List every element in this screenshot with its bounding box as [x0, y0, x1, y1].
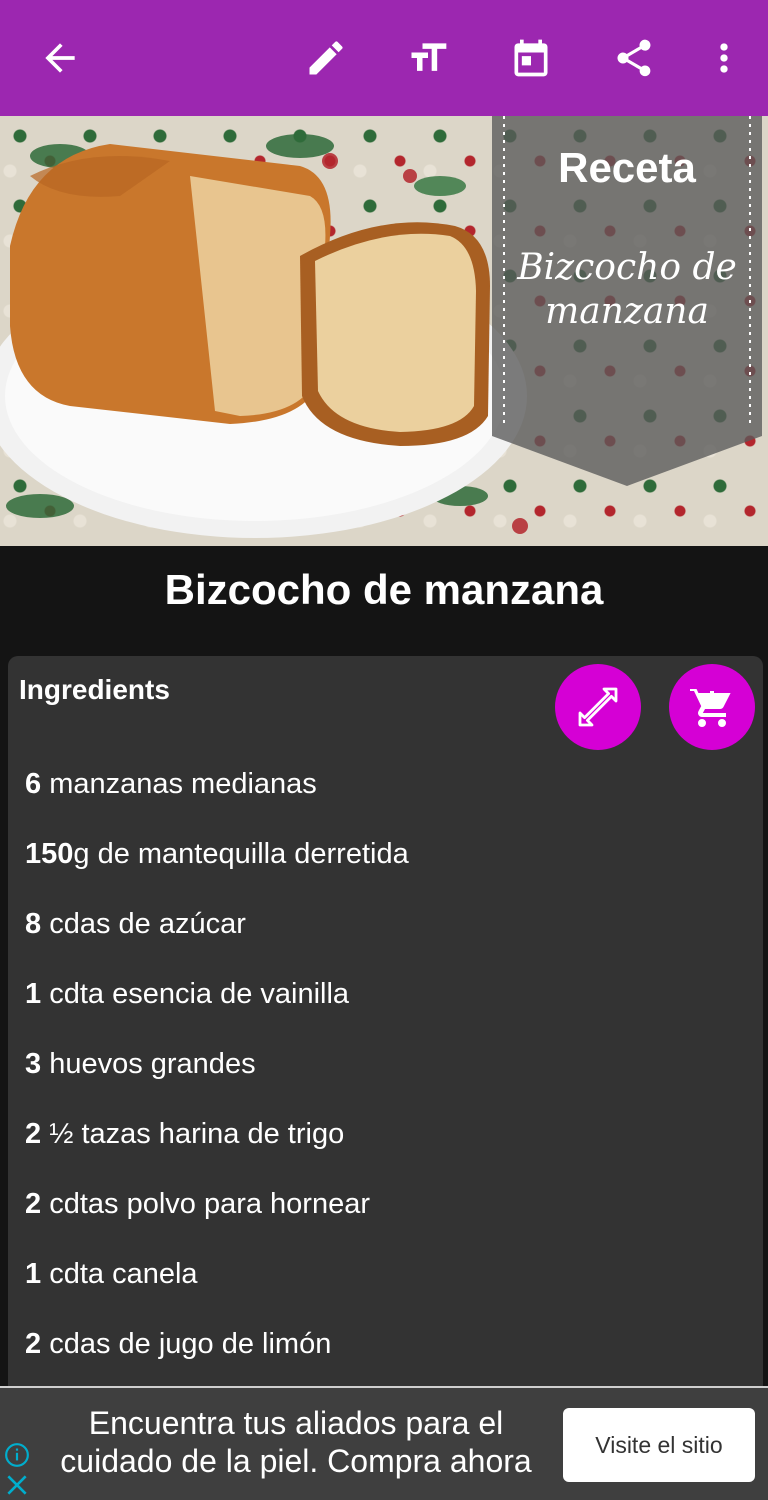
ingredient-item[interactable]: 3 huevos grandes [25, 1044, 745, 1114]
banner-title: Bizcocho de manzana [517, 247, 737, 332]
ingredient-item[interactable]: 1 cdta canela [25, 1254, 745, 1324]
ingredient-item[interactable]: 150g de mantequilla derretida [25, 834, 745, 904]
ingredient-text: cdta canela [41, 1258, 198, 1290]
cart-download-icon [690, 687, 731, 727]
ingredient-text: ½ tazas harina de trigo [41, 1118, 345, 1150]
ingredient-quantity: 2 [25, 1118, 42, 1150]
expand-diagonal-icon [578, 687, 618, 727]
ingredient-item[interactable]: 6 manzanas medianas [25, 764, 745, 834]
edit-pencil-icon[interactable] [296, 28, 356, 88]
ingredient-text: g de mantequilla derretida [73, 838, 409, 870]
ingredient-quantity: 2 [25, 1328, 42, 1360]
ingredient-item[interactable]: 2 cdtas polvo para hornear [25, 1184, 745, 1254]
recipe-screen: Receta Bizcocho de manzana Bizcocho de m… [0, 0, 768, 1500]
ad-visit-site-button[interactable]: Visite el sitio [563, 1408, 755, 1482]
share-icon[interactable] [604, 28, 664, 88]
top-app-bar [0, 0, 768, 116]
ad-text[interactable]: Encuentra tus aliados para el cuidado de… [36, 1404, 556, 1480]
ingredient-quantity: 3 [25, 1048, 42, 1080]
ingredient-item[interactable]: 2 cdas de jugo de limón [25, 1324, 745, 1394]
calendar-icon[interactable] [501, 28, 561, 88]
ingredient-quantity: 1 [25, 1258, 42, 1290]
ingredient-text: cdta esencia de vainilla [41, 978, 350, 1010]
ingredient-text: cdas de azúcar [41, 908, 246, 940]
ingredient-quantity: 6 [25, 768, 42, 800]
recipe-title: Bizcocho de manzana [164, 566, 604, 613]
ingredient-text: huevos grandes [41, 1048, 256, 1080]
ad-banner[interactable]: Encuentra tus aliados para el cuidado de… [0, 1386, 768, 1500]
back-arrow-icon[interactable] [30, 28, 90, 88]
ingredient-text: manzanas medianas [41, 768, 317, 800]
ingredient-quantity: 2 [25, 1188, 42, 1220]
ingredient-item[interactable]: 8 cdas de azúcar [25, 904, 745, 974]
text-size-icon[interactable] [398, 28, 458, 88]
ingredients-card: Ingredients 6 manzanas medianas 150g de … [8, 656, 763, 1416]
recipe-banner: Receta Bizcocho de manzana [492, 116, 762, 516]
ingredient-quantity: 8 [25, 908, 42, 940]
ingredient-text: cdas de jugo de limón [41, 1328, 332, 1360]
ingredient-quantity: 1 [25, 978, 42, 1010]
ingredient-quantity: 150 [25, 838, 74, 870]
add-to-shopping-cart-button[interactable] [669, 664, 755, 750]
banner-kicker: Receta [558, 144, 696, 191]
more-vert-icon[interactable] [694, 28, 754, 88]
ingredient-text: cdtas polvo para hornear [41, 1188, 371, 1220]
ingredients-heading: Ingredients [19, 674, 170, 705]
ad-info-icon[interactable] [2, 1440, 32, 1470]
recipe-photo: Receta Bizcocho de manzana [0, 116, 768, 546]
ingredients-list: 6 manzanas medianas 150g de mantequilla … [25, 764, 745, 1394]
ingredient-item[interactable]: 1 cdta esencia de vainilla [25, 974, 745, 1044]
expand-button[interactable] [555, 664, 641, 750]
ad-close-icon[interactable] [2, 1470, 32, 1500]
ingredient-item[interactable]: 2 ½ tazas harina de trigo [25, 1114, 745, 1184]
